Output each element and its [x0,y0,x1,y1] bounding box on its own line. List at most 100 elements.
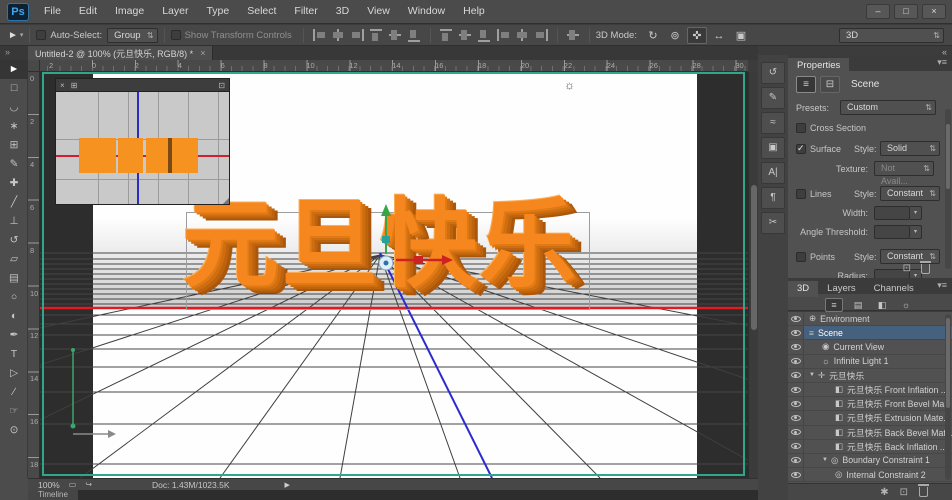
scrollbar-thumb[interactable] [946,124,950,189]
3d-tree-scrollbar[interactable] [945,314,951,480]
visibility-toggle[interactable] [788,382,804,397]
crop-tool[interactable]: ⊞ [0,136,28,155]
new-light-icon[interactable]: ✱ [880,487,888,498]
zoom-3d-camera-icon[interactable]: ▣ [731,27,751,44]
angle-stepper-icon[interactable]: ▾ [910,225,922,239]
menu-item-image[interactable]: Image [106,0,153,23]
secondary-expand-icon[interactable]: ⊡ [218,81,225,90]
rotate-3d-camera-icon[interactable]: ↻ [643,27,663,44]
expander-icon[interactable]: ▼ [809,372,815,378]
brush-tool[interactable]: ╱ [0,193,28,212]
properties-scrollbar[interactable] [945,109,951,269]
auto-select-dropdown[interactable]: Group ⇅ [107,27,158,43]
workspace-dropdown[interactable]: 3D ⇅ [839,28,944,43]
show-transform-checkbox[interactable] [170,30,181,40]
menu-item-file[interactable]: File [35,0,70,23]
distribute-right-edges-icon[interactable] [534,28,549,42]
marquee-tool[interactable]: □ [0,79,28,98]
3d-row-scene[interactable]: ≡ Scene [788,326,952,341]
secondary-close-icon[interactable]: × [60,81,65,90]
close-button[interactable]: × [922,4,946,19]
visibility-toggle[interactable] [788,453,804,468]
new-mesh-icon[interactable]: ⊡ [900,487,908,498]
slide-3d-camera-icon[interactable]: ↔ [709,27,729,44]
3d-row-back-inflation[interactable]: ◧ 元旦快乐 Back Inflation ... [788,439,952,454]
presets-dropdown[interactable]: Custom ⇅ [840,100,936,115]
3d-row-internal-constraint-2[interactable]: ◎ Internal Constraint 2 [788,468,952,483]
points-checkbox[interactable] [796,251,806,262]
healing-brush-tool[interactable]: ✚ [0,174,28,193]
visibility-toggle[interactable] [788,312,804,326]
lines-checkbox[interactable] [796,188,806,199]
brush-presets-panel-icon[interactable]: ≈ [761,112,785,134]
visibility-toggle[interactable] [788,354,804,368]
paragraph-panel-icon[interactable]: ¶ [761,187,785,209]
gradient-tool[interactable]: ▤ [0,269,28,288]
align-horizontal-centers-icon[interactable] [331,28,346,42]
distribute-vertical-centers-icon[interactable] [458,29,473,42]
tab-channels[interactable]: Channels [865,281,923,297]
secondary-view-titlebar[interactable]: × ⊞ ⊡ [56,79,229,92]
lasso-tool[interactable]: ◡ [0,98,28,117]
brush-panel-icon[interactable]: ✎ [761,87,785,109]
filter-lights-icon[interactable]: ☼ [897,298,915,312]
width-field[interactable] [874,206,910,220]
history-brush-tool[interactable]: ↺ [0,231,28,250]
render-icon[interactable]: ⊡ [903,263,911,274]
distribute-horizontal-centers-icon[interactable] [515,28,530,42]
3d-row-item[interactable]: ▼ ✛ 元旦快乐 [788,368,952,383]
tab-3d[interactable]: 3D [788,281,819,297]
distribute-left-edges-icon[interactable] [496,28,511,42]
line-tool[interactable]: ∕ [0,383,28,402]
scrollbar-thumb[interactable] [946,318,950,408]
eraser-tool[interactable]: ▱ [0,250,28,269]
status-detail-arrow-icon[interactable]: ▶ [285,481,290,489]
angle-threshold-field[interactable] [874,225,910,239]
tab-layers[interactable]: Layers [818,281,865,297]
menu-item-view[interactable]: View [358,0,399,23]
zoom-tool[interactable]: ⊙ [0,421,28,440]
tool-presets-panel-icon[interactable]: ✂ [761,212,785,234]
canvas-viewport[interactable]: 元旦快乐 ☼ × ⊞ ⊡ ◢ [40,72,748,478]
surface-style-dropdown[interactable]: Solid ⇅ [880,141,940,156]
3d-move-widget[interactable] [358,200,468,288]
panel-menu-icon[interactable]: ▾≡ [937,57,947,68]
visibility-toggle[interactable] [788,326,804,340]
status-preview-icon[interactable]: ▭ [69,480,77,489]
visibility-toggle[interactable] [788,468,804,482]
align-right-edges-icon[interactable] [350,28,365,42]
menu-item-edit[interactable]: Edit [70,0,106,23]
zoom-level-field[interactable]: 100% [38,480,60,490]
visibility-toggle[interactable] [788,397,804,411]
visibility-toggle[interactable] [788,368,804,382]
menu-item-3d[interactable]: 3D [327,0,358,23]
3d-row-front-inflation[interactable]: ◧ 元旦快乐 Front Inflation ... [788,382,952,398]
clone-stamp-tool[interactable]: ⊥ [0,212,28,231]
points-style-dropdown[interactable]: Constant ⇅ [880,249,940,264]
cross-section-checkbox[interactable] [796,123,806,133]
expander-icon[interactable]: ▼ [822,457,828,463]
lines-style-dropdown[interactable]: Constant ⇅ [880,186,940,201]
visibility-toggle[interactable] [788,340,804,354]
panel-menu-icon[interactable]: ▾≡ [937,280,947,291]
path-selection-tool[interactable]: ▷ [0,364,28,383]
menu-item-select[interactable]: Select [238,0,285,23]
menu-item-layer[interactable]: Layer [153,0,197,23]
scrollbar-thumb[interactable] [751,185,757,330]
align-left-edges-icon[interactable] [312,28,327,42]
distribute-spacing-icon[interactable] [566,29,581,42]
align-vertical-centers-icon[interactable] [388,29,403,42]
minimize-button[interactable]: – [866,4,890,19]
resize-grip-icon[interactable]: ◢ [223,196,229,204]
cross-section-filter-icon[interactable]: ⊟ [820,76,840,93]
smudge-tool[interactable]: ○ [0,288,28,307]
3d-row-infinite-light-1[interactable]: ☼ Infinite Light 1 [788,354,952,369]
menu-item-filter[interactable]: Filter [285,0,326,23]
menu-item-window[interactable]: Window [399,0,454,23]
3d-row-front-bevel-ma[interactable]: ◧ 元旦快乐 Front Bevel Ma... [788,397,952,412]
status-export-icon[interactable]: ↪ [85,480,92,489]
history-panel-icon[interactable]: ↺ [761,62,785,84]
pan-3d-camera-icon[interactable]: ✜ [686,26,707,44]
distribute-bottom-edges-icon[interactable] [477,29,492,42]
surface-checkbox[interactable] [796,143,806,154]
